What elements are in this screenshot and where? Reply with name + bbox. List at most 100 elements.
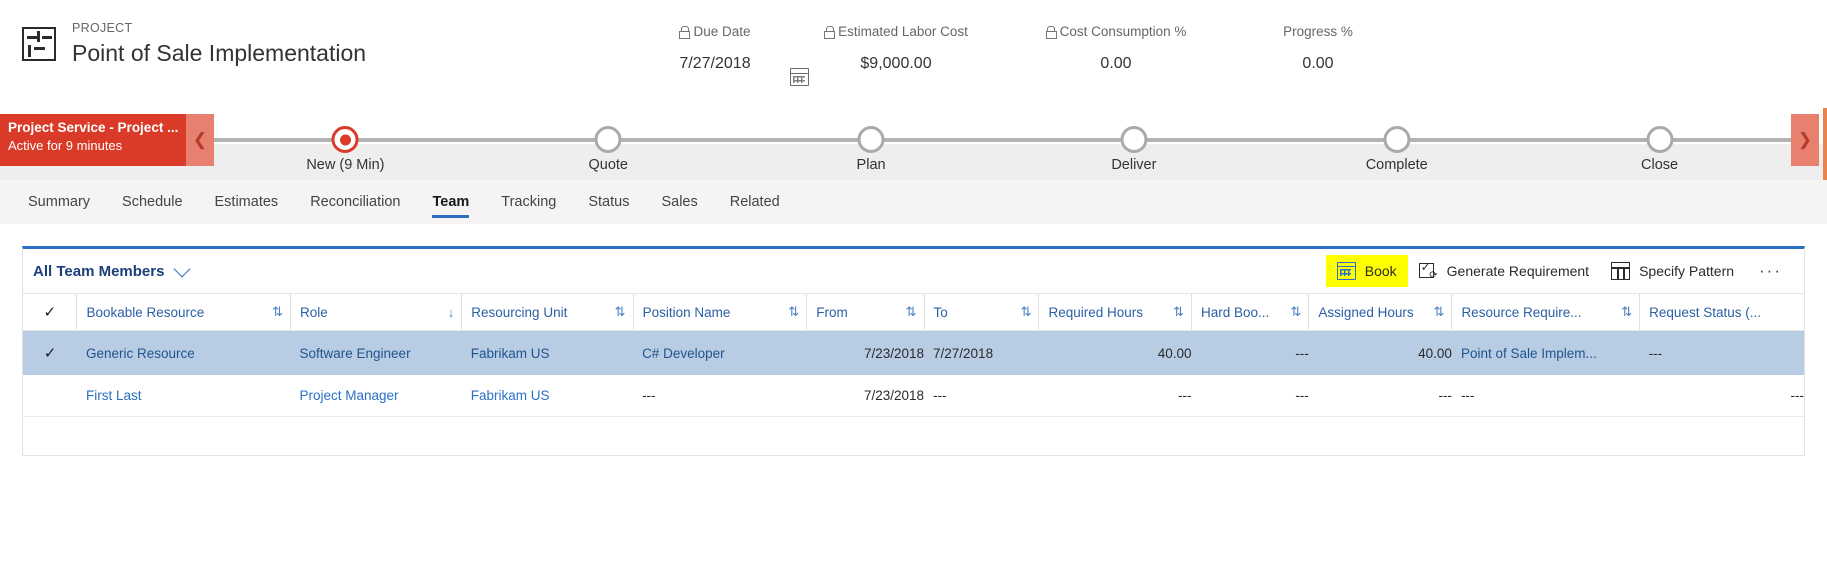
column-label: Position Name bbox=[642, 304, 731, 320]
metric-value: $9,000.00 bbox=[860, 55, 932, 72]
bpf-banner-title: Project Service - Project ... bbox=[8, 120, 179, 135]
chevron-down-icon bbox=[173, 260, 191, 277]
column-header-request-status[interactable]: Request Status (... bbox=[1639, 293, 1804, 331]
column-header-position-name[interactable]: Position Name ⇅ bbox=[632, 293, 807, 331]
column-label: Resource Require... bbox=[1461, 304, 1582, 320]
cell-role[interactable]: Project Manager bbox=[291, 375, 462, 417]
table-header-row: ✓ Bookable Resource ⇅ Role ↓ Resourcing Un… bbox=[23, 293, 1804, 331]
tab-schedule[interactable]: Schedule bbox=[106, 180, 198, 224]
cell-resourcing-unit[interactable]: Fabrikam US bbox=[462, 375, 633, 417]
cell-position-name[interactable]: C# Developer bbox=[633, 331, 807, 376]
specify-pattern-button[interactable]: Specify Pattern bbox=[1600, 255, 1745, 287]
subgrid-area: All Team Members Book ⟳ Generate Require… bbox=[0, 224, 1827, 456]
tab-label: Status bbox=[588, 194, 630, 210]
tab-status[interactable]: Status bbox=[572, 180, 645, 224]
column-header-hard-booked[interactable]: Hard Boo... ⇅ bbox=[1190, 293, 1309, 331]
cell-request-status: --- bbox=[1790, 388, 1805, 403]
sort-unsorted-icon: ⇅ bbox=[1621, 304, 1633, 319]
stage-label: Quote bbox=[588, 157, 628, 173]
header-metrics: Due Date 7/27/2018 Estimated Labor Cost … bbox=[640, 22, 1827, 86]
subgrid-commands: Book ⟳ Generate Requirement Specify Patt… bbox=[1325, 254, 1804, 288]
column-header-assigned-hours[interactable]: Assigned Hours ⇅ bbox=[1308, 293, 1452, 331]
tab-related[interactable]: Related bbox=[714, 180, 796, 224]
column-label: To bbox=[933, 304, 948, 320]
bpf-stage-close[interactable]: Close bbox=[1528, 108, 1791, 180]
business-process-flow: Project Service - Project ... Active for… bbox=[0, 108, 1827, 180]
column-label: Required Hours bbox=[1048, 304, 1144, 320]
cell-required-hours: 40.00 bbox=[1157, 345, 1192, 361]
cell-position-name: --- bbox=[642, 388, 656, 403]
specify-pattern-label: Specify Pattern bbox=[1639, 263, 1735, 279]
metric-value: 7/27/2018 bbox=[679, 55, 751, 72]
metric-due-date: Due Date 7/27/2018 bbox=[640, 24, 809, 86]
cell-hard-booked: --- bbox=[1295, 388, 1309, 403]
tab-label: Estimates bbox=[214, 194, 279, 210]
bpf-stage-quote[interactable]: Quote bbox=[477, 108, 740, 180]
calendar-icon bbox=[1336, 262, 1356, 280]
generate-requirement-button[interactable]: ⟳ Generate Requirement bbox=[1408, 255, 1600, 287]
book-button[interactable]: Book bbox=[1325, 255, 1408, 287]
bpf-banner-subtitle: Active for 9 minutes bbox=[8, 138, 123, 153]
bpf-stage-complete[interactable]: Complete bbox=[1265, 108, 1528, 180]
tab-team[interactable]: Team bbox=[416, 180, 485, 224]
tab-label: Related bbox=[729, 194, 780, 210]
tab-estimates[interactable]: Estimates bbox=[199, 180, 295, 224]
cell-resourcing-unit[interactable]: Fabrikam US bbox=[462, 331, 633, 376]
metric-cost-consumption: Cost Consumption % 0.00 bbox=[1002, 24, 1230, 73]
tab-summary[interactable]: Summary bbox=[12, 180, 106, 224]
sort-unsorted-icon: ⇅ bbox=[272, 304, 283, 319]
stage-dot-icon bbox=[1646, 126, 1674, 153]
cell-assigned-hours: 40.00 bbox=[1418, 345, 1452, 361]
row-select-cell[interactable] bbox=[23, 375, 77, 417]
metric-value: 0.00 bbox=[1302, 55, 1334, 72]
column-header-role[interactable]: Role ↓ bbox=[289, 293, 462, 331]
column-header-resource-requirement[interactable]: Resource Require... ⇅ bbox=[1451, 293, 1640, 331]
stage-label: Close bbox=[1641, 157, 1679, 173]
tab-reconciliation[interactable]: Reconciliation bbox=[294, 180, 416, 224]
checkmark-icon: ✓ bbox=[43, 345, 57, 362]
stage-dot-icon bbox=[1120, 126, 1148, 153]
tab-label: Team bbox=[432, 194, 470, 210]
column-header-required-hours[interactable]: Required Hours ⇅ bbox=[1038, 293, 1192, 331]
book-button-label: Book bbox=[1364, 263, 1397, 279]
team-members-subgrid: All Team Members Book ⟳ Generate Require… bbox=[22, 246, 1805, 456]
lock-icon bbox=[1045, 26, 1057, 39]
column-header-to[interactable]: To ⇅ bbox=[923, 293, 1039, 331]
tab-label: Summary bbox=[28, 194, 91, 210]
sort-unsorted-icon: ⇅ bbox=[1020, 304, 1032, 319]
cell-resource-requirement[interactable]: Point of Sale Implem... bbox=[1452, 331, 1640, 376]
tab-tracking[interactable]: Tracking bbox=[485, 180, 572, 224]
view-selector[interactable]: All Team Members bbox=[29, 260, 191, 280]
cell-required-hours: --- bbox=[1178, 388, 1192, 403]
bpf-stage-new[interactable]: New (9 Min) bbox=[214, 108, 477, 180]
stage-label: Complete bbox=[1365, 157, 1428, 173]
column-header-from[interactable]: From ⇅ bbox=[806, 293, 925, 331]
tab-label: Sales bbox=[661, 194, 698, 210]
sort-unsorted-icon: ⇅ bbox=[614, 304, 626, 319]
sort-desc-icon: ↓ bbox=[447, 304, 455, 320]
row-select-cell[interactable]: ✓ bbox=[23, 331, 77, 376]
tab-sales[interactable]: Sales bbox=[645, 180, 713, 224]
metric-label: Estimated Labor Cost bbox=[838, 24, 968, 39]
column-header-bookable-resource[interactable]: Bookable Resource ⇅ bbox=[76, 293, 291, 331]
chevron-right-icon[interactable]: ❯ bbox=[1791, 114, 1819, 166]
stage-dot-icon bbox=[1383, 126, 1411, 153]
cell-resource-requirement: --- bbox=[1460, 388, 1475, 403]
bpf-stage-deliver[interactable]: Deliver bbox=[1002, 108, 1265, 180]
column-header-resourcing-unit[interactable]: Resourcing Unit ⇅ bbox=[461, 293, 634, 331]
stage-dot-active-icon bbox=[331, 126, 359, 153]
cell-bookable-resource[interactable]: First Last bbox=[77, 375, 291, 417]
cell-bookable-resource[interactable]: Generic Resource bbox=[77, 331, 291, 376]
column-label: Hard Boo... bbox=[1201, 304, 1270, 320]
bpf-stage-banner[interactable]: Project Service - Project ... Active for… bbox=[0, 114, 186, 166]
select-all-header[interactable]: ✓ bbox=[23, 293, 77, 331]
table-row[interactable]: First Last Project Manager Fabrikam US -… bbox=[23, 375, 1804, 417]
chevron-left-icon[interactable]: ❮ bbox=[186, 114, 214, 166]
overflow-menu-button[interactable]: ··· bbox=[1745, 254, 1796, 288]
checkmark-icon: ✓ bbox=[43, 304, 57, 321]
cell-role[interactable]: Software Engineer bbox=[291, 331, 462, 376]
table-row[interactable]: ✓ Generic Resource Software Engineer Fab… bbox=[23, 330, 1804, 376]
bpf-stage-plan[interactable]: Plan bbox=[740, 108, 1003, 180]
sort-unsorted-icon: ⇅ bbox=[1173, 304, 1184, 319]
metric-label: Cost Consumption % bbox=[1059, 24, 1187, 39]
